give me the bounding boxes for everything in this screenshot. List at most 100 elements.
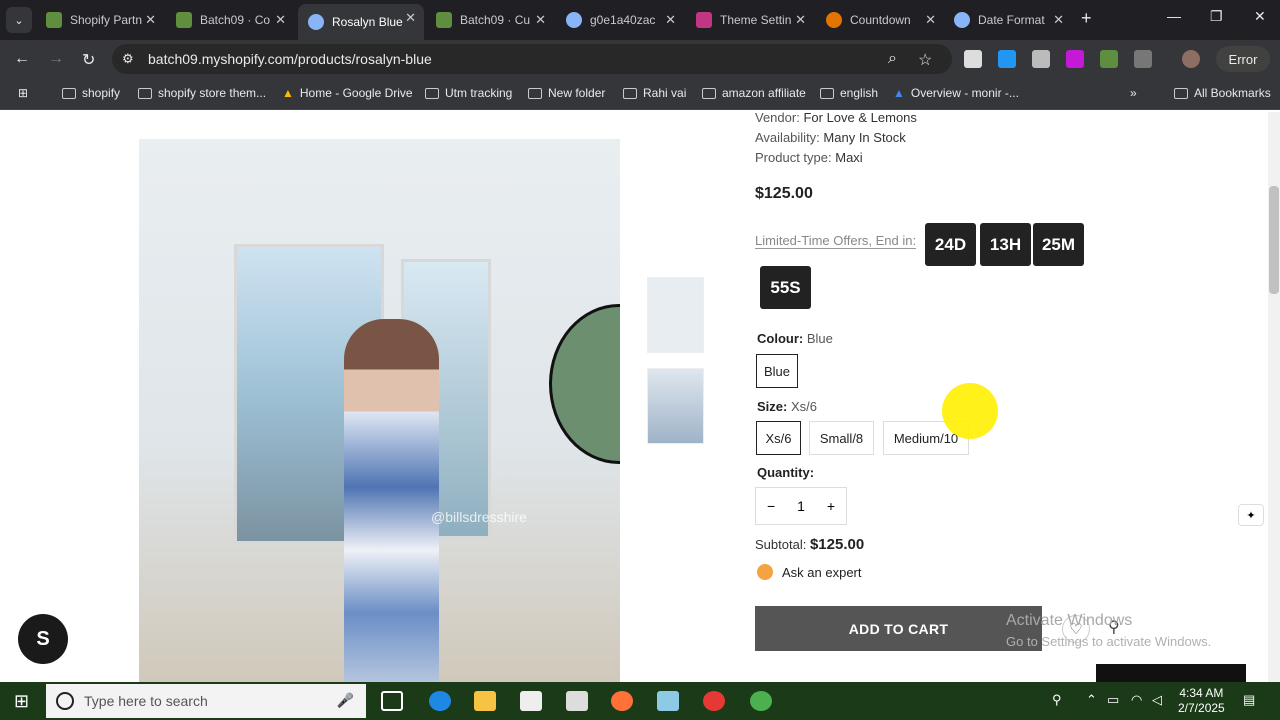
countdown-minutes: 25M (1033, 223, 1084, 266)
shopify-bag-icon[interactable]: S (18, 614, 68, 664)
vendor-value[interactable]: For Love & Lemons (803, 112, 916, 125)
opera-icon (826, 12, 842, 28)
add-to-cart-button[interactable]: ADD TO CART (755, 606, 1042, 651)
store-icon[interactable] (520, 691, 542, 711)
bookmark-label: Overview - monir -... (910, 86, 1019, 100)
tab-countdown[interactable]: Countdown ✕ (816, 6, 944, 34)
opera-icon[interactable] (703, 691, 725, 711)
close-icon[interactable]: ✕ (535, 12, 546, 28)
product-thumbnail[interactable] (647, 368, 704, 444)
tab-theme-settings[interactable]: Theme Settin ✕ (686, 6, 814, 34)
tab-batch09-co[interactable]: Batch09 · Co ✕ (166, 6, 294, 34)
bookmark-rahi-vai[interactable]: Rahi vai (623, 86, 686, 100)
bookmark-new-folder[interactable]: New folder (528, 86, 605, 100)
tab-title: Shopify Partn (70, 13, 142, 27)
firefox-icon[interactable] (611, 691, 633, 711)
shopify-icon (176, 12, 192, 28)
bookmark-shopify[interactable]: shopify (62, 86, 120, 100)
bookmark-shopify-store-themes[interactable]: shopify store them... (138, 86, 266, 100)
bookmark-amazon-affiliate[interactable]: amazon affiliate (702, 86, 806, 100)
edge-icon[interactable] (429, 691, 451, 711)
close-icon[interactable]: ✕ (1053, 12, 1064, 28)
new-tab-button[interactable]: + (1081, 8, 1092, 29)
tab-search-button[interactable]: ⌄ (6, 7, 32, 33)
forward-icon[interactable]: → (48, 50, 64, 68)
notepad-icon[interactable] (657, 691, 679, 711)
profile-avatar[interactable] (1182, 50, 1200, 68)
bookmarks-overflow-icon[interactable]: » (1130, 86, 1137, 100)
maximize-button[interactable]: ❐ (1210, 8, 1223, 25)
volume-icon[interactable]: ◁ (1152, 692, 1162, 708)
tab-rosalyn-blue[interactable]: Rosalyn Blue ✕ (298, 4, 424, 40)
back-icon[interactable]: ← (14, 50, 30, 68)
download-icon[interactable] (998, 50, 1016, 68)
url-text[interactable]: batch09.myshopify.com/products/rosalyn-b… (148, 51, 432, 67)
bookmark-google-drive[interactable]: ▲ Home - Google Drive (282, 86, 413, 100)
folder-icon (702, 87, 716, 99)
close-icon[interactable]: ✕ (145, 12, 156, 28)
type-value[interactable]: Maxi (835, 150, 862, 165)
extension-download-icon[interactable] (1066, 50, 1084, 68)
bookmark-utm-tracking[interactable]: Utm tracking (425, 86, 512, 100)
reload-icon[interactable]: ↻ (82, 50, 95, 70)
bookmark-overview[interactable]: ▲ Overview - monir -... (893, 86, 1019, 100)
task-view-icon[interactable] (381, 691, 403, 711)
tab-date-format[interactable]: Date Format ✕ (944, 6, 1072, 34)
product-type-row: Product type: Maxi (755, 150, 863, 165)
mail-icon[interactable] (566, 691, 588, 711)
error-button[interactable]: Error (1216, 46, 1270, 72)
bookmark-label: shopify (82, 86, 121, 100)
bookmark-label: english (840, 86, 879, 100)
close-icon[interactable]: ✕ (795, 12, 806, 28)
countdown-seconds: 55S (760, 266, 811, 309)
zoom-icon[interactable]: ⌕ (888, 50, 897, 68)
close-icon[interactable]: ✕ (925, 12, 936, 28)
tab-batch09-cu[interactable]: Batch09 · Cu ✕ (426, 6, 554, 34)
taskbar-clock[interactable]: 4:34 AM 2/7/2025 (1178, 686, 1225, 716)
taskbar-search[interactable]: Type here to search 🎤 (46, 684, 366, 718)
window-close-button[interactable]: ✕ (1254, 8, 1266, 25)
close-icon[interactable]: ✕ (405, 10, 416, 26)
people-icon[interactable]: ⚲ (1052, 692, 1062, 708)
quantity-increase-button[interactable]: + (827, 498, 835, 514)
eyedropper-icon[interactable] (964, 50, 982, 68)
size-option-xs[interactable]: Xs/6 (756, 421, 801, 455)
availability-label: Availability: (755, 130, 820, 145)
ask-expert-link[interactable]: Ask an expert (757, 564, 862, 580)
windows-start-icon[interactable]: ⊞ (14, 691, 29, 712)
camera-icon[interactable] (1032, 50, 1050, 68)
side-widget-icon[interactable]: ✦ (1238, 504, 1264, 526)
microphone-icon[interactable]: 🎤 (337, 692, 354, 709)
bookmark-english[interactable]: english (820, 86, 878, 100)
extensions-icon[interactable] (1134, 50, 1152, 68)
apps-icon[interactable]: ⊞ (18, 86, 28, 100)
folder-icon (1174, 87, 1188, 99)
bookmark-label: shopify store them... (158, 86, 267, 100)
site-info-icon[interactable]: ⚙ (122, 51, 134, 67)
battery-icon[interactable]: ▭ (1107, 692, 1119, 708)
file-explorer-icon[interactable] (474, 691, 496, 711)
close-icon[interactable]: ✕ (275, 12, 286, 28)
colour-option-blue[interactable]: Blue (756, 354, 798, 388)
product-thumbnail[interactable] (647, 277, 704, 353)
tab-g0e1a40zac[interactable]: g0e1a40zac ✕ (556, 6, 684, 34)
tray-overflow-icon[interactable]: ⌃ (1086, 692, 1097, 708)
size-option-small[interactable]: Small/8 (809, 421, 874, 455)
notifications-icon[interactable]: ▤ (1243, 692, 1255, 708)
globe-icon (954, 12, 970, 28)
all-bookmarks[interactable]: All Bookmarks (1174, 86, 1271, 100)
quantity-decrease-button[interactable]: − (767, 498, 775, 514)
tab-shopify-partners[interactable]: Shopify Partn ✕ (36, 6, 164, 34)
model-figure (344, 319, 439, 682)
minimize-button[interactable]: — (1167, 8, 1181, 24)
chrome-icon[interactable] (750, 691, 772, 711)
quantity-input[interactable]: 1 (797, 498, 805, 514)
close-icon[interactable]: ✕ (665, 12, 676, 28)
cursor-highlight (942, 383, 998, 439)
shopify-extension-icon[interactable] (1100, 50, 1118, 68)
countdown-hours: 13H (980, 223, 1031, 266)
scrollbar-thumb[interactable] (1269, 186, 1279, 294)
bookmark-star-icon[interactable]: ☆ (918, 50, 932, 70)
wifi-icon[interactable]: ◠ (1131, 692, 1142, 708)
product-main-image[interactable]: @billsdresshire (139, 139, 620, 682)
